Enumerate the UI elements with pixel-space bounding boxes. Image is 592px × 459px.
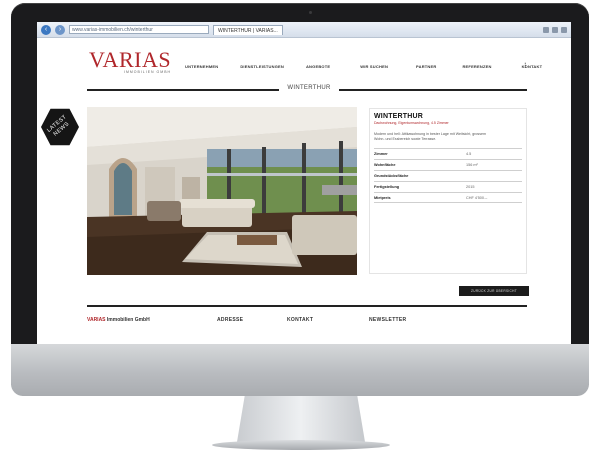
camera-icon — [309, 11, 312, 14]
browser-toolbar: ‹ › www.varias-immobilien.ch/winterthur … — [37, 22, 571, 38]
site-header: VARIAS IMMOBILIEN GMBH UNTERNEHMEN DIENS… — [37, 38, 571, 90]
footer-brand-name: Immobilien GmbH — [106, 317, 150, 323]
footer-divider — [87, 305, 527, 307]
back-to-overview-button[interactable]: ZURÜCK ZUR ÜBERSICHT — [459, 286, 529, 296]
footer-brand-logo: VARIAS — [87, 317, 106, 323]
detail-row: Zimmer 4.5 — [374, 148, 522, 159]
page-title: WINTERTHUR — [282, 85, 336, 91]
nav-item-referenzen[interactable]: REFERENZEN — [462, 64, 491, 69]
nav-item-dienstleistungen[interactable]: DIENSTLEISTUNGEN — [240, 64, 284, 69]
property-description: Modern und hell: Attikawohnung in bester… — [374, 132, 486, 141]
detail-value: 4.5 — [466, 152, 472, 156]
nav-item-unternehmen[interactable]: UNTERNEHMEN — [185, 64, 218, 69]
footer: VARIAS Immobilien GmbH ADRESSE KONTAKT N… — [87, 317, 527, 329]
page-title-row: WINTERTHUR — [87, 84, 527, 94]
main-nav: UNTERNEHMEN DIENSTLEISTUNGEN ANGEBOTE WI… — [185, 64, 542, 69]
monitor-stand — [237, 396, 365, 442]
property-name: WINTERTHUR — [374, 113, 424, 120]
address-bar[interactable]: www.varias-immobilien.ch/winterthur — [69, 25, 209, 34]
nav-item-angebote[interactable]: ANGEBOTE — [306, 64, 330, 69]
monitor-stand-base — [212, 440, 390, 450]
detail-value: CHF 4'500.– — [466, 195, 488, 200]
detail-label: Fertigstellung — [374, 185, 400, 189]
detail-label: Zimmer — [374, 152, 388, 156]
property-photo[interactable] — [87, 107, 357, 275]
detail-label: Wohnfläche — [374, 163, 396, 167]
divider — [339, 89, 527, 91]
divider — [87, 89, 279, 91]
detail-row: Mietpreis CHF 4'500.– — [374, 192, 522, 203]
detail-label: Grundstücksfläche — [374, 174, 409, 178]
menu-icon[interactable]: ⁝ — [524, 62, 527, 70]
detail-value: 2015 — [466, 185, 475, 189]
detail-value: 156 m² — [466, 163, 478, 167]
logo-text: VARIAS — [89, 47, 172, 72]
footer-heading-kontakt: KONTAKT — [287, 317, 314, 323]
forward-arrow-icon[interactable]: › — [55, 24, 65, 35]
property-info-panel: WINTERTHUR Dachwohnung, Eigentumswohnung… — [369, 108, 527, 274]
back-arrow-icon[interactable]: ‹ — [41, 24, 51, 35]
nav-item-partner[interactable]: PARTNER — [416, 64, 436, 69]
star-icon[interactable] — [552, 26, 558, 33]
nav-item-wir-suchen[interactable]: WIR SUCHEN — [360, 64, 388, 69]
detail-row: Fertigstellung 2015 — [374, 181, 522, 192]
detail-label: Mietpreis — [374, 195, 391, 200]
home-icon[interactable] — [543, 26, 549, 33]
property-details: Zimmer 4.5 Wohnfläche 156 m² Grundstücks… — [374, 148, 522, 203]
footer-brand: VARIAS Immobilien GmbH — [87, 317, 150, 323]
browser-tab[interactable]: WINTERTHUR | VARIAS... — [213, 24, 283, 35]
detail-row: Wohnfläche 156 m² — [374, 159, 522, 170]
footer-heading-adresse: ADRESSE — [217, 317, 244, 323]
gear-icon[interactable] — [561, 26, 567, 33]
detail-row: Grundstücksfläche — [374, 170, 522, 181]
screen: ‹ › www.varias-immobilien.ch/winterthur … — [37, 22, 571, 344]
logo[interactable]: VARIAS IMMOBILIEN GMBH — [89, 47, 172, 75]
property-subtitle: Dachwohnung, Eigentumswohnung, 4.5 Zimme… — [374, 121, 449, 125]
latest-news-badge[interactable]: LATEST NEWS — [41, 108, 79, 146]
footer-heading-newsletter: NEWSLETTER — [369, 317, 407, 323]
monitor-chin — [11, 344, 589, 396]
